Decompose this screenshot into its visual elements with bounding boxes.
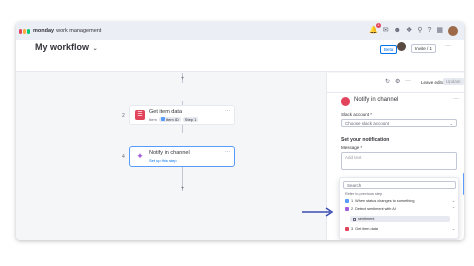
add-step-plus-icon[interactable]: + <box>179 186 186 193</box>
sentiment-option[interactable]: sentiment <box>350 216 450 222</box>
step-node-get-item-data[interactable]: 2 ☰ Get item data Item Item ID Step 1 ··… <box>122 105 235 125</box>
monday-icon <box>345 199 349 203</box>
chevron-up-icon: ⌃ <box>451 207 455 211</box>
settings-icon[interactable]: ⚙ <box>395 78 400 85</box>
message-input[interactable]: Add text <box>341 152 457 170</box>
refer-label: Refer to previous step <box>345 192 383 196</box>
dropdown-step-row[interactable]: 2 Detect sentiment with AI ⌃ <box>345 206 455 212</box>
monday-app-icon: ☰ <box>135 110 145 120</box>
field-type-icon <box>353 217 356 221</box>
top-icons: 🔔 1 ✉ ☻ ❖ ⚲ ? ▦ <box>369 23 458 37</box>
step-number: 4 <box>122 154 125 160</box>
monday-icon <box>160 117 165 121</box>
node-menu-icon[interactable]: ··· <box>225 149 230 155</box>
ai-icon <box>345 207 349 211</box>
step-params: Item Item ID Step 1 <box>149 117 199 122</box>
workflow-canvas: + + + 2 ☰ Get item data Item Item ID Ste… <box>16 73 326 240</box>
step-title: Get item data <box>149 109 183 115</box>
step-chip: Step 1 <box>182 117 199 122</box>
apps-grid-icon[interactable]: ▦ <box>436 25 443 37</box>
bell-icon[interactable]: 🔔 1 <box>369 23 381 37</box>
update-button[interactable]: Update <box>443 78 464 85</box>
app-window: monday work management 🔔 1 ✉ ☻ ❖ ⚲ ? ▦ My… <box>16 22 464 240</box>
more-icon[interactable]: ··· <box>405 78 411 84</box>
slack-icon <box>341 97 350 106</box>
panel-menu-icon[interactable]: ··· <box>453 96 459 102</box>
page-title[interactable]: My workflow ⌄ <box>35 42 98 52</box>
message-label: Message * <box>341 145 363 150</box>
step-node-notify-in-channel[interactable]: 4 ✦ Notify in channel Set up this step ·… <box>122 146 235 167</box>
notification-badge: 1 <box>375 23 381 28</box>
chevron-down-icon: ⌄ <box>451 227 455 231</box>
beta-badge: Beta <box>380 45 398 54</box>
more-options-icon[interactable]: ··· <box>445 43 451 49</box>
step-number: 2 <box>122 113 125 119</box>
chevron-down-icon: ⌄ <box>449 121 453 126</box>
pointer-arrow-icon <box>302 207 334 217</box>
item-id-chip: Item ID <box>158 117 181 122</box>
slack-account-select[interactable]: Choose slack account ⌄ <box>341 119 457 127</box>
chevron-down-icon: ⌄ <box>91 46 98 52</box>
people-icon[interactable]: ☻ <box>394 25 401 37</box>
monday-logo-icon <box>19 28 30 34</box>
inbox-icon[interactable]: ✉ <box>383 25 389 37</box>
add-step-plus-icon[interactable]: + <box>179 76 186 83</box>
logo[interactable]: monday work management <box>19 28 101 34</box>
puzzle-icon[interactable]: ❖ <box>406 25 412 37</box>
chevron-down-icon: ⌄ <box>451 199 455 203</box>
node-menu-icon[interactable]: ··· <box>225 108 230 114</box>
step-title: Notify in channel <box>149 150 190 156</box>
variable-dropdown: Search Refer to previous step 1 When sta… <box>339 177 459 239</box>
panel-title: Notify in channel <box>354 97 399 103</box>
board-header: My workflow ⌄ Beta Invite / 1 ··· <box>16 40 464 72</box>
brand-subtitle: work management <box>56 28 102 34</box>
slack-icon: ✦ <box>135 151 145 161</box>
board-avatar[interactable] <box>397 42 406 51</box>
scrollbar[interactable] <box>463 173 464 195</box>
help-icon[interactable]: ? <box>427 25 431 37</box>
step-config-panel: ↻ ⚙ ··· Leave editor Update Notify in ch… <box>326 73 464 240</box>
avatar[interactable] <box>448 26 458 36</box>
setup-step-link[interactable]: Set up this step <box>149 158 177 163</box>
monday-icon <box>345 227 349 231</box>
top-bar: monday work management 🔔 1 ✉ ☻ ❖ ⚲ ? ▦ <box>16 22 464 40</box>
panel-toolbar: ↻ ⚙ ··· Leave editor Update <box>327 73 464 93</box>
brand-name: monday <box>33 28 55 34</box>
slack-account-label: Slack account * <box>341 112 373 117</box>
section-title: Set your notification <box>341 137 390 143</box>
dropdown-step-row[interactable]: 1 When status changes to something ⌄ <box>345 198 455 204</box>
dropdown-search-input[interactable]: Search <box>343 181 456 189</box>
dropdown-step-row[interactable]: 3 Get item data ⌄ <box>345 226 455 232</box>
invite-button[interactable]: Invite / 1 <box>411 44 437 53</box>
search-icon[interactable]: ⚲ <box>417 25 422 37</box>
history-icon[interactable]: ↻ <box>385 78 390 85</box>
